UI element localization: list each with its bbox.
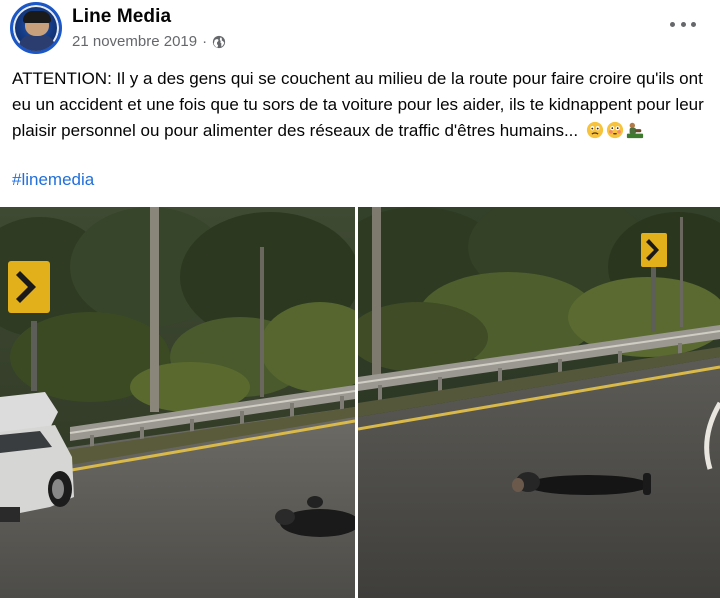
emoji-group <box>586 121 644 139</box>
post-date[interactable]: 21 novembre 2019 <box>72 33 197 50</box>
photo-left[interactable] <box>0 207 355 598</box>
photo-right[interactable] <box>358 207 720 598</box>
photo-left-image <box>0 207 355 598</box>
worried-face-emoji <box>586 121 603 139</box>
more-options-icon <box>670 21 675 27</box>
post-header: Line Media 21 novembre 2019 · <box>0 0 720 62</box>
photo-right-image <box>358 207 720 598</box>
hashtag-link[interactable]: #linemedia <box>12 170 94 190</box>
post-meta: 21 novembre 2019 · <box>72 33 226 50</box>
page-name[interactable]: Line Media <box>72 6 171 28</box>
facebook-post: Line Media 21 novembre 2019 · ATTENTION:… <box>0 0 720 598</box>
meta-separator: · <box>202 33 208 50</box>
page-avatar[interactable] <box>10 2 62 54</box>
photo-grid <box>0 207 720 598</box>
more-options-button[interactable] <box>670 14 696 34</box>
post-text-block: ATTENTION: Il y a des gens qui se couche… <box>12 66 712 144</box>
globe-icon <box>212 35 226 48</box>
person-lying-emoji <box>626 122 643 139</box>
flushed-face-emoji <box>606 121 623 139</box>
